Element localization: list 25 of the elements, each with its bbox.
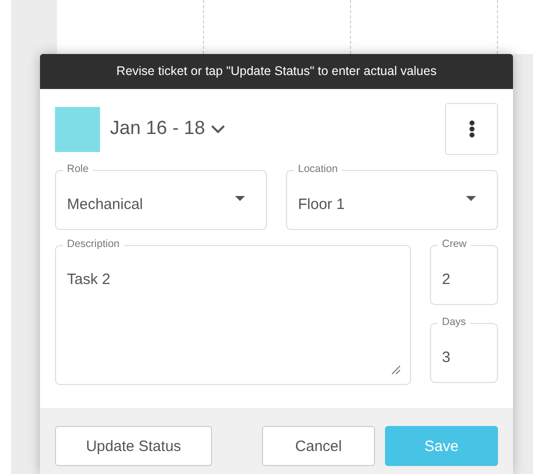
field-value: Mechanical: [67, 196, 143, 213]
hint-banner: Revise ticket or tap "Update Status" to enter actual values: [40, 54, 513, 89]
number-field[interactable]: Days 3: [430, 316, 498, 383]
dropdown-icon: [466, 196, 476, 201]
select-field[interactable]: Location Floor 1: [286, 163, 498, 230]
field-label: Description: [63, 238, 124, 250]
date-range-dropdown[interactable]: Jan 16 - 18: [110, 118, 226, 140]
chevron-icon: [211, 124, 226, 134]
more-icon: [468, 120, 474, 138]
field-label: Days: [438, 316, 470, 328]
select-field[interactable]: Role Mechanical: [55, 163, 267, 230]
field-label: Role: [63, 163, 93, 175]
field-label: Location: [294, 163, 342, 175]
field-value: Task 2: [67, 271, 110, 288]
number-field[interactable]: Crew 2: [430, 238, 498, 305]
resize-icon: [391, 365, 401, 375]
action-button[interactable]: Update Status: [55, 426, 212, 466]
field-value: 3: [442, 349, 450, 366]
action-button[interactable]: Cancel: [262, 426, 375, 466]
field-value: 2: [442, 271, 450, 288]
field-value: Floor 1: [298, 196, 345, 213]
field-label: Crew: [438, 238, 471, 250]
dropdown-icon: [235, 196, 245, 201]
description-field[interactable]: Description Task 2: [55, 238, 411, 385]
more-menu-button[interactable]: [445, 103, 498, 155]
